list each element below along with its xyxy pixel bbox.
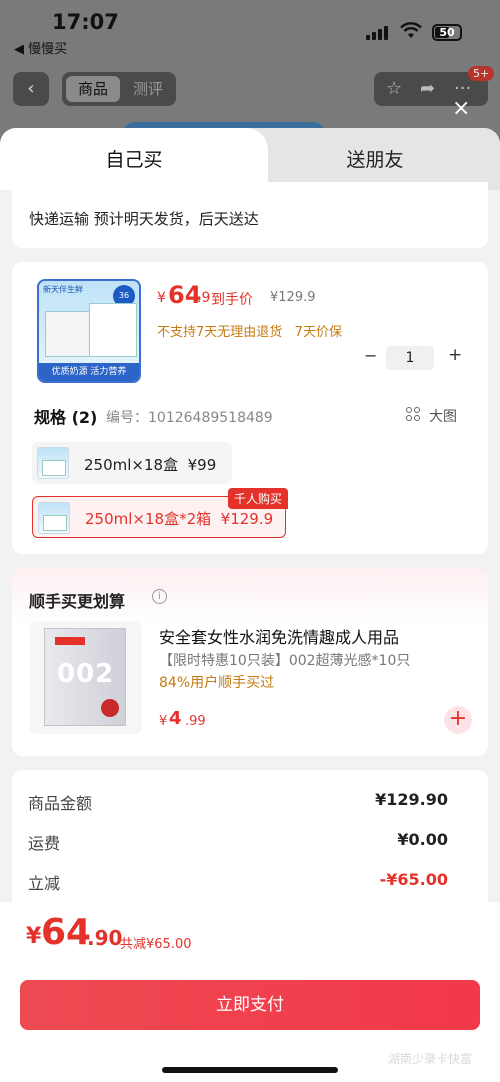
back-to-app-link[interactable]: ◀ 慢慢买: [14, 38, 67, 57]
option-label: 250ml×18盒 ¥99: [84, 456, 217, 474]
signal-icon: [366, 26, 388, 40]
add-on-price: 4: [169, 708, 182, 729]
original-price: ¥129.9: [270, 290, 316, 305]
add-on-title: 顺手买更划算: [29, 592, 126, 611]
tab-goods[interactable]: 商品: [66, 76, 120, 102]
price-label: 到手价: [211, 292, 253, 308]
tab-review[interactable]: 测评: [124, 76, 172, 102]
total-integer: 64: [41, 912, 92, 953]
star-icon[interactable]: ☆: [386, 72, 402, 106]
big-picture-link[interactable]: 大图: [429, 406, 457, 426]
product-card: 新天伴生鲜 36 优质奶源 活力营养 ¥ 64 .9 到手价 ¥129.9 不支…: [12, 262, 488, 554]
price-symbol: ¥: [157, 290, 166, 306]
total-decimal: .90: [87, 926, 123, 950]
increase-button[interactable]: +: [448, 345, 462, 365]
thumb-strip: 优质奶源 活力营养: [39, 363, 139, 381]
spec-option[interactable]: 250ml×18盒 ¥99: [32, 442, 232, 484]
option-label: 250ml×18盒*2箱 ¥129.9: [85, 510, 274, 528]
quantity-input[interactable]: 1: [386, 346, 434, 370]
product-code: 编号：10126489518489: [106, 410, 273, 426]
subtotal-value: ¥129.90: [375, 790, 448, 809]
discount-value: -¥65.00: [379, 870, 448, 889]
watermark: 湖南少录卡快富: [388, 1052, 473, 1066]
status-time: 17:07: [52, 10, 119, 34]
wifi-icon: [400, 22, 422, 38]
product-image: 新天伴生鲜 36 优质奶源 活力营养: [37, 279, 141, 383]
service-notes: 不支持7天无理由退货 7天价保: [157, 325, 342, 340]
quantity-stepper: − 1 +: [364, 345, 464, 370]
subtotal-label: 商品金额: [28, 794, 93, 813]
option-thumbnail: [37, 447, 69, 479]
share-icon[interactable]: ➦: [420, 72, 435, 106]
grid-view-icon[interactable]: [406, 407, 422, 423]
back-button[interactable]: ‹: [13, 72, 49, 106]
pay-now-button[interactable]: 立即支付: [20, 980, 480, 1030]
package-text: 002: [57, 659, 115, 689]
message-badge: 5+: [468, 66, 495, 81]
thumb-brand: 新天伴生鲜: [43, 285, 83, 294]
decrease-button[interactable]: −: [364, 346, 377, 365]
add-on-subtitle: 【限时特惠10只装】002超薄光感*10只: [159, 653, 411, 669]
discount-label: 立减: [28, 874, 61, 893]
home-indicator[interactable]: [162, 1067, 338, 1073]
battery-icon: 50: [432, 24, 462, 41]
segment-control: 商品 测评: [62, 72, 176, 106]
spec-title: 规格 (2): [34, 408, 98, 427]
shipping-fee-value: ¥0.00: [397, 830, 448, 849]
tab-self[interactable]: 自己买: [0, 128, 268, 190]
info-icon[interactable]: i: [152, 589, 167, 604]
total-savings: 共减¥65.00: [120, 937, 192, 952]
add-on-add-button[interactable]: +: [444, 706, 472, 734]
close-icon[interactable]: ×: [452, 96, 470, 121]
add-on-name[interactable]: 安全套女性水润免洗情趣成人用品: [159, 624, 399, 648]
option-thumbnail: [38, 502, 70, 534]
purchase-tabs: 送朋友 自己买: [0, 128, 500, 190]
shipping-fee-label: 运费: [28, 834, 61, 853]
checkout-footer: ¥ 64 .90 共减¥65.00 立即支付 湖南少录卡快富: [0, 902, 500, 1082]
order-summary: 商品金额 ¥129.90 运费 ¥0.00 立减 -¥65.00: [12, 770, 488, 910]
price-decimal: .9: [197, 290, 211, 306]
tab-gift[interactable]: 送朋友: [290, 128, 460, 190]
shipping-card: 快递运输 预计明天发货，后天送达: [12, 182, 488, 248]
add-on-price-symbol: ¥: [159, 714, 168, 729]
product-page-nav: ‹ 商品 测评 ☆ ➦ ···: [0, 68, 500, 110]
add-on-stat: 84%用户顺手买过: [159, 675, 275, 691]
add-on-price-decimal: .99: [185, 714, 206, 729]
popular-tag: 千人购买: [228, 488, 289, 509]
shipping-text: 快递运输 预计明天发货，后天送达: [29, 210, 259, 228]
battery-level: 50: [439, 26, 455, 39]
add-on-image[interactable]: 002: [30, 622, 142, 734]
total-symbol: ¥: [26, 924, 42, 949]
add-on-card: 顺手买更划算 i 002 安全套女性水润免洗情趣成人用品 【限时特惠10只装】0…: [12, 568, 488, 756]
status-bar: 17:07 ◀ 慢慢买 50: [0, 0, 500, 62]
